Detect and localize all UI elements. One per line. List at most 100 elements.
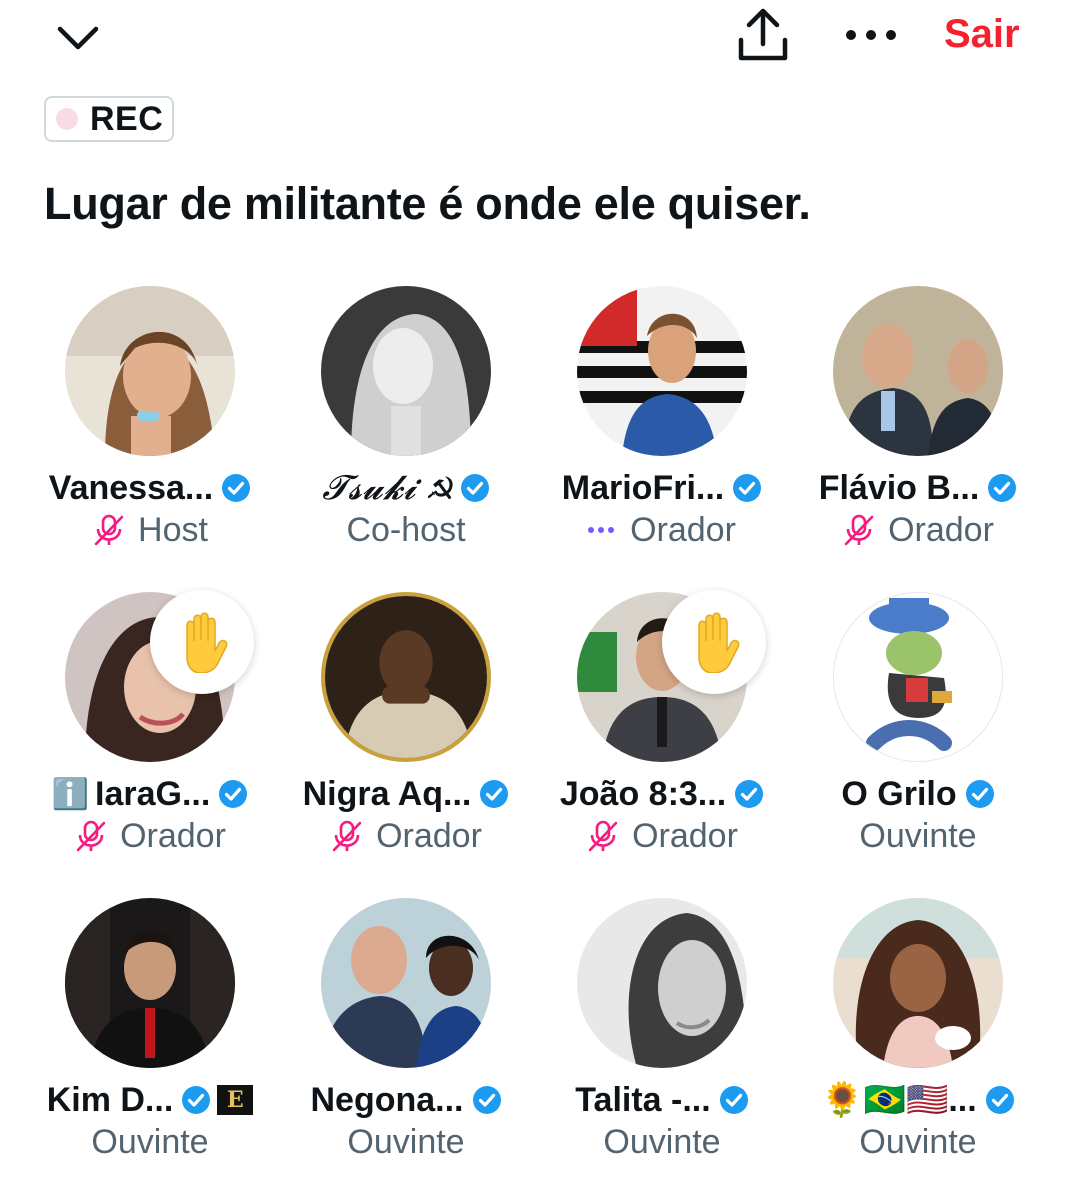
verified-badge-icon xyxy=(480,780,509,808)
verified-badge-icon xyxy=(460,474,489,502)
chevron-down-icon[interactable] xyxy=(50,10,106,66)
space-title: Lugar de militante é onde ele quiser. xyxy=(44,178,811,229)
participant-name: MarioFri... xyxy=(561,468,725,507)
avatar[interactable] xyxy=(577,898,747,1068)
participant-name-row: Nigra Aq... xyxy=(278,772,534,816)
participant-name: Kim D... xyxy=(46,1080,174,1119)
participant-role-row: Co-host xyxy=(278,508,534,552)
participant-role-row: Host xyxy=(22,508,278,552)
participant-name-row: 𝓣𝓼𝓾𝓴𝓲 ☭ xyxy=(278,466,534,510)
participant-role: Orador xyxy=(376,816,482,855)
participant-name-row: O Grilo xyxy=(790,772,1046,816)
participant-name-row: MarioFri... xyxy=(534,466,790,510)
avatar[interactable] xyxy=(65,898,235,1068)
participant-role: Orador xyxy=(632,816,738,855)
participant-name: IaraG... xyxy=(95,774,211,813)
participant-role-row: Ouvinte xyxy=(22,1120,278,1164)
verified-badge-icon xyxy=(735,780,764,808)
participant-name: Vanessa... xyxy=(48,468,214,507)
participant-role: Ouvinte xyxy=(347,1122,465,1161)
participant-card[interactable]: 𝓣𝓼𝓾𝓴𝓲 ☭ Co-host xyxy=(278,286,534,566)
participant-role-row: Ouvinte xyxy=(790,1120,1046,1164)
participant-role: Ouvinte xyxy=(859,816,977,855)
participant-name-row: Talita -... xyxy=(534,1078,790,1122)
participant-role: Host xyxy=(138,510,208,549)
participant-role: Ouvinte xyxy=(859,1122,977,1161)
participant-name: João 8:3... xyxy=(559,774,727,813)
participant-role-row: Ouvinte xyxy=(790,814,1046,858)
verified-badge-icon xyxy=(988,474,1017,502)
mic-muted-icon xyxy=(844,514,874,546)
more-horizontal-icon[interactable] xyxy=(838,10,904,60)
participant-role-row: Orador xyxy=(534,508,790,552)
participant-name-row: Negona... xyxy=(278,1078,534,1122)
mic-muted-icon xyxy=(76,820,106,852)
participant-card[interactable]: Vanessa... Host xyxy=(22,286,278,566)
mic-muted-icon xyxy=(94,514,124,546)
avatar[interactable] xyxy=(321,592,491,762)
participant-name: Negona... xyxy=(310,1080,464,1119)
participant-card[interactable]: Nigra Aq... Orador xyxy=(278,592,534,872)
participant-role: Orador xyxy=(630,510,736,549)
participant-card[interactable]: Talita -... Ouvinte xyxy=(534,898,790,1178)
participant-card[interactable]: Flávio B... Orador xyxy=(790,286,1046,566)
participant-name-row: Vanessa... xyxy=(22,466,278,510)
participant-card[interactable]: 🌻🇧🇷🇺🇸... Ouvinte xyxy=(790,898,1046,1178)
recording-label: REC xyxy=(90,99,164,138)
mic-muted-icon xyxy=(588,820,618,852)
participant-name-row: Kim D... E xyxy=(22,1078,278,1122)
participant-role-row: Orador xyxy=(534,814,790,858)
participant-name: O Grilo xyxy=(841,774,957,813)
participant-card[interactable]: Kim D... E Ouvinte xyxy=(22,898,278,1178)
avatar[interactable] xyxy=(321,898,491,1068)
participant-role: Co-host xyxy=(346,510,466,549)
share-upload-icon[interactable] xyxy=(730,4,796,66)
participant-name-row: Flávio B... xyxy=(790,466,1046,510)
participant-name: Flávio B... xyxy=(818,468,980,507)
participant-name: Nigra Aq... xyxy=(302,774,472,813)
verified-badge-icon xyxy=(719,1086,748,1114)
participant-card[interactable]: O Grilo Ouvinte xyxy=(790,592,1046,872)
participant-role: Orador xyxy=(120,816,226,855)
avatar[interactable] xyxy=(577,286,747,456)
avatar[interactable] xyxy=(833,286,1003,456)
verified-badge-icon xyxy=(965,780,994,808)
raised-hand-icon xyxy=(662,590,766,694)
verified-badge-icon xyxy=(733,474,762,502)
speaking-indicator-icon xyxy=(588,524,620,536)
verified-badge-icon xyxy=(182,1086,211,1114)
recording-badge: REC xyxy=(44,96,174,142)
participant-name: Talita -... xyxy=(575,1080,711,1119)
avatar[interactable] xyxy=(833,898,1003,1068)
participant-role-row: Orador xyxy=(790,508,1046,552)
leave-button[interactable]: Sair xyxy=(944,12,1020,57)
participant-card[interactable]: ℹ️ IaraG... Orador xyxy=(22,590,278,872)
avatar[interactable] xyxy=(65,286,235,456)
participant-role-row: Orador xyxy=(278,814,534,858)
raised-hand-icon xyxy=(150,590,254,694)
participant-role: Ouvinte xyxy=(91,1122,209,1161)
participant-name-row: João 8:3... xyxy=(534,772,790,816)
avatar[interactable] xyxy=(321,286,491,456)
participant-card[interactable]: MarioFri... Orador xyxy=(534,286,790,566)
participant-card[interactable]: João 8:3... Orador xyxy=(534,590,790,872)
verified-badge-icon xyxy=(472,1086,501,1114)
info-emoji-icon: ℹ️ xyxy=(51,777,90,811)
participant-name-row: ℹ️ IaraG... xyxy=(22,772,278,816)
top-bar: Sair xyxy=(0,0,1072,80)
participant-role: Orador xyxy=(888,510,994,549)
recording-dot-icon xyxy=(56,108,78,130)
verified-badge-icon xyxy=(219,780,248,808)
participant-role-row: Ouvinte xyxy=(278,1120,534,1164)
avatar[interactable] xyxy=(833,592,1003,762)
verified-badge-icon xyxy=(985,1086,1014,1114)
participant-name-row: 🌻🇧🇷🇺🇸... xyxy=(790,1078,1046,1122)
participant-card[interactable]: Negona... Ouvinte xyxy=(278,898,534,1178)
participant-role-row: Orador xyxy=(22,814,278,858)
verified-badge-icon xyxy=(222,474,251,502)
participant-name: 🌻🇧🇷🇺🇸... xyxy=(821,1081,977,1119)
participant-name: 𝓣𝓼𝓾𝓴𝓲 ☭ xyxy=(322,468,452,508)
participant-role-row: Ouvinte xyxy=(534,1120,790,1164)
participant-role: Ouvinte xyxy=(603,1122,721,1161)
mic-muted-icon xyxy=(332,820,362,852)
